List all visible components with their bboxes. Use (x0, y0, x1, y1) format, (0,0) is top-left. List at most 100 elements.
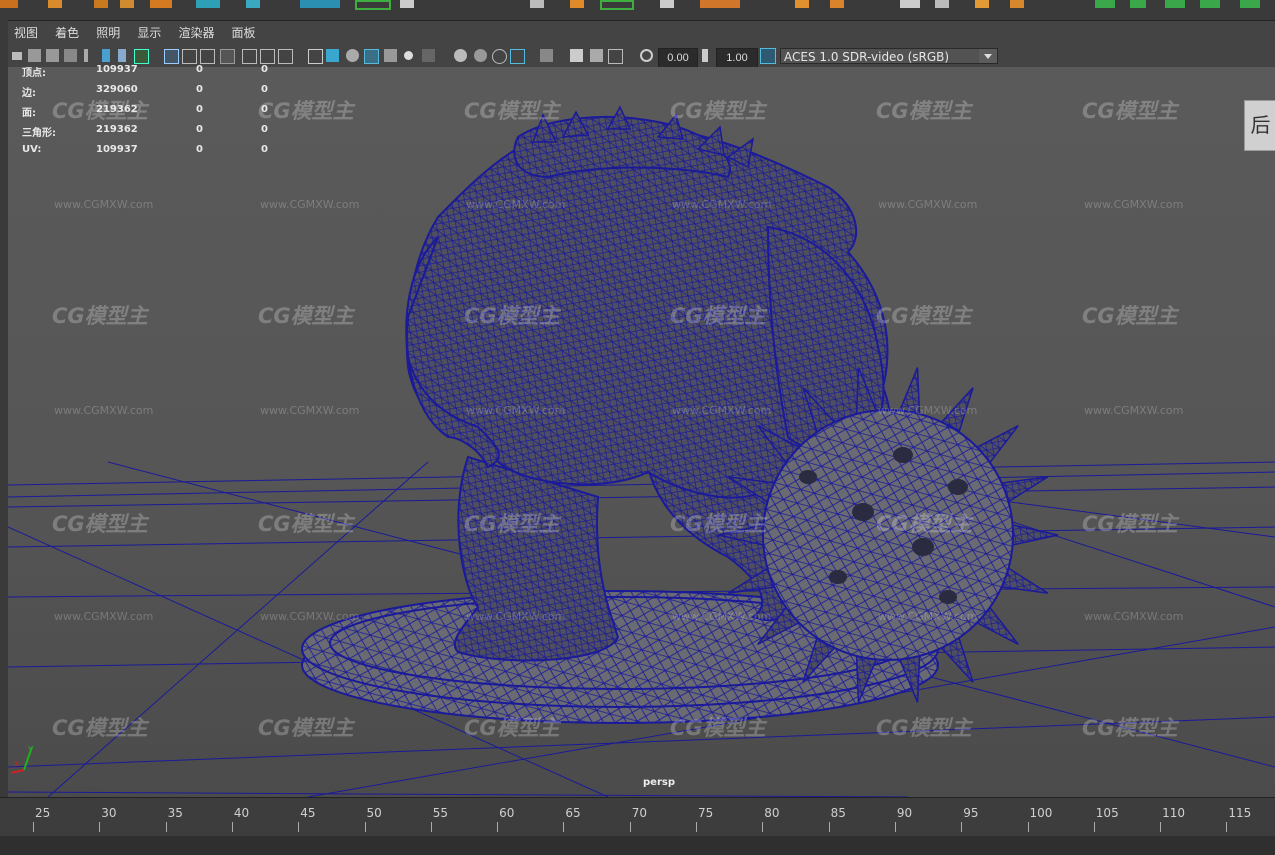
depth-of-field-icon[interactable] (510, 49, 525, 64)
shelf-icon[interactable] (700, 0, 740, 8)
gate-mask-icon[interactable] (220, 49, 235, 64)
watermark-url: www.CGMXW.com (878, 610, 978, 623)
watermark-url: www.CGMXW.com (1084, 198, 1184, 211)
menu-panels[interactable]: 面板 (226, 22, 262, 44)
frame-tick (961, 822, 963, 832)
perspective-viewport[interactable]: y x (8, 67, 1275, 797)
camera-attributes-icon[interactable] (28, 49, 41, 62)
gamma-field[interactable] (716, 48, 758, 68)
watermark-logo: CG模型主 (876, 99, 972, 123)
menu-view[interactable]: 视图 (8, 22, 44, 44)
axis-indicator: y x (10, 744, 34, 774)
frame-number: 65 (565, 806, 581, 820)
frame-number: 100 (1029, 806, 1053, 820)
stat-value: 0 (261, 124, 268, 135)
shelf-icon[interactable] (530, 0, 544, 8)
color-management-icon[interactable] (760, 48, 776, 64)
watermark-url: www.CGMXW.com (672, 610, 772, 623)
stat-value: 0 (196, 124, 203, 135)
image-plane-icon[interactable] (64, 49, 77, 62)
frame-number: 30 (101, 806, 117, 820)
frame-tick (563, 822, 565, 832)
frame-tick (33, 822, 34, 832)
film-gate-icon[interactable] (182, 49, 197, 64)
watermark-url: www.CGMXW.com (466, 198, 566, 211)
shelf-icon[interactable] (0, 0, 18, 8)
menu-shading[interactable]: 着色 (49, 22, 85, 44)
watermark-url: www.CGMXW.com (260, 610, 360, 623)
back-view-button[interactable]: 后 (1244, 100, 1275, 151)
shelf-icon[interactable] (48, 0, 62, 8)
bookmark-icon[interactable] (46, 49, 59, 62)
xray-joints-icon[interactable] (590, 49, 603, 62)
shelf-icon[interactable] (94, 0, 108, 8)
shelf-icon[interactable] (300, 0, 340, 8)
exposure-field[interactable] (658, 48, 698, 68)
shelf-icon[interactable] (1130, 0, 1146, 8)
gamma-icon[interactable] (702, 49, 708, 62)
antialiasing-icon[interactable] (492, 49, 507, 64)
default-material-icon[interactable] (346, 49, 359, 62)
watermark-url: www.CGMXW.com (878, 198, 978, 211)
shelf-icon[interactable] (1200, 0, 1220, 8)
lights-icon[interactable] (404, 51, 413, 60)
shelf-icon[interactable] (120, 0, 134, 8)
motion-blur-icon[interactable] (474, 49, 487, 62)
stat-value: 0 (261, 144, 268, 155)
watermark-url: www.CGMXW.com (1084, 404, 1184, 417)
shelf-icon[interactable] (660, 0, 674, 8)
shelf-icon[interactable] (150, 0, 172, 8)
safe-action-icon[interactable] (260, 49, 275, 64)
shelf-icon[interactable] (355, 0, 391, 10)
shelf-icon[interactable] (1095, 0, 1115, 8)
time-slider[interactable]: 25 30 35 40 45 50 55 60 65 70 75 80 85 90 95 100 105 110 1… (0, 797, 1275, 855)
frame-number: 85 (830, 806, 846, 820)
shelf-icon[interactable] (570, 0, 584, 8)
shadows-icon[interactable] (422, 49, 435, 62)
stat-value: 0 (261, 64, 268, 75)
smooth-shade-icon[interactable] (326, 49, 339, 62)
wireframe-icon[interactable] (308, 49, 323, 64)
brush-icon[interactable] (134, 49, 149, 64)
frame-number: 70 (631, 806, 647, 820)
safe-title-icon[interactable] (278, 49, 293, 64)
frame-tick (430, 822, 432, 832)
chevron-down-icon[interactable] (979, 49, 997, 63)
xray-icon[interactable] (540, 49, 553, 62)
isolate-select-icon[interactable] (570, 49, 583, 62)
shelf-icon[interactable] (900, 0, 920, 8)
shelf-icon[interactable] (246, 0, 260, 8)
grid-icon[interactable] (164, 49, 179, 64)
shelf-icon[interactable] (1010, 0, 1024, 8)
shelf-icon[interactable] (935, 0, 949, 8)
frame-tick (762, 822, 764, 832)
range-slider[interactable] (0, 836, 1275, 855)
textured-icon[interactable] (384, 49, 397, 62)
color-space-dropdown[interactable]: ACES 1.0 SDR-video (sRGB) (780, 48, 998, 64)
shelf-icon[interactable] (795, 0, 809, 8)
menu-show[interactable]: 显示 (131, 22, 167, 44)
frame-tick (165, 822, 167, 832)
grease-pencil-icon[interactable] (118, 49, 126, 62)
resolution-gate-icon[interactable] (200, 49, 215, 64)
ambient-occlusion-icon[interactable] (454, 49, 467, 62)
xray-active-icon[interactable] (608, 49, 623, 64)
wireframe-on-shaded-icon[interactable] (364, 49, 379, 64)
pencil-icon[interactable] (102, 49, 110, 62)
shelf-icon[interactable] (400, 0, 414, 8)
menu-lighting[interactable]: 照明 (90, 22, 126, 44)
shelf-icon[interactable] (1240, 0, 1260, 8)
menu-renderer[interactable]: 渲染器 (172, 22, 220, 44)
pin-icon[interactable] (84, 49, 88, 62)
frame-number: 110 (1162, 806, 1185, 820)
shelf-icon[interactable] (830, 0, 844, 8)
watermark-url: www.CGMXW.com (672, 198, 772, 211)
shelf-icon[interactable] (600, 0, 634, 10)
camera-icon[interactable] (12, 52, 22, 60)
field-chart-icon[interactable] (242, 49, 257, 64)
shelf-icon[interactable] (196, 0, 220, 8)
shelf-icon[interactable] (975, 0, 989, 8)
exposure-icon[interactable] (640, 49, 653, 62)
camera-name-label: persp (643, 777, 675, 788)
shelf-icon[interactable] (1165, 0, 1185, 8)
